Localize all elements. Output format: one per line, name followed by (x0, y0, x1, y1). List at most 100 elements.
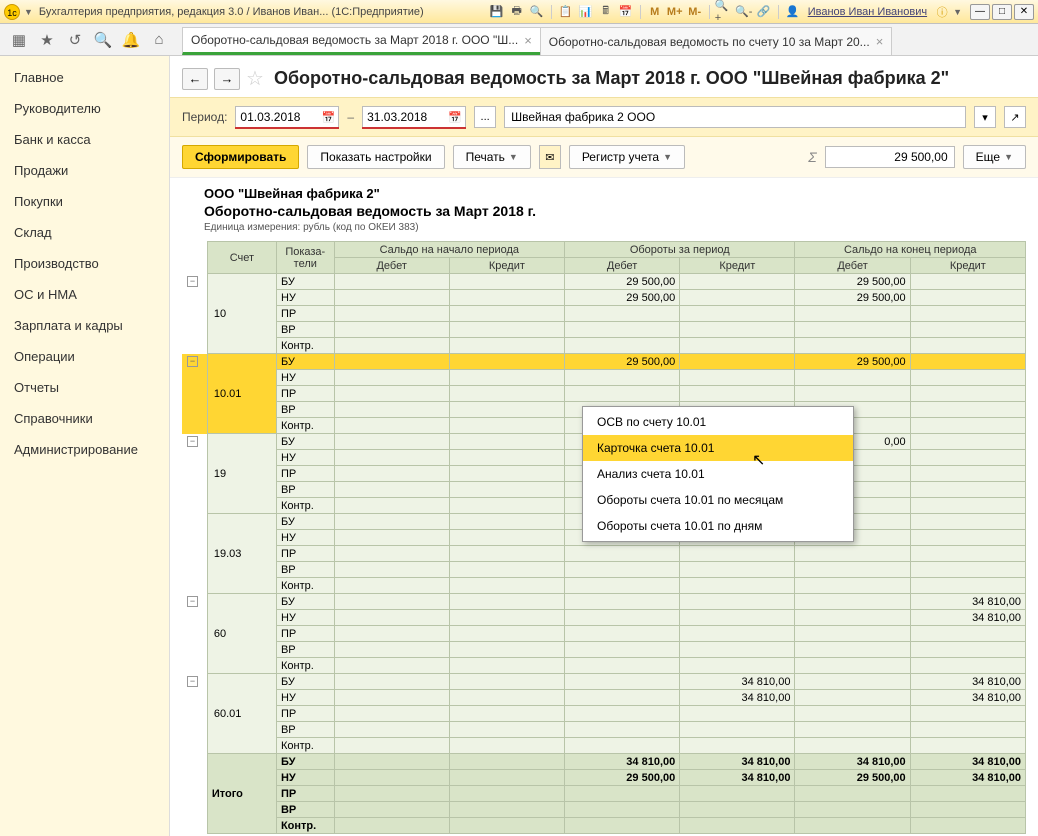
report-unit: Единица измерения: рубль (код по ОКЕИ 38… (204, 222, 1026, 233)
toolbar: ▦ ★ ↺ 🔍 🔔 ⌂ Оборотно-сальдовая ведомость… (0, 24, 1038, 56)
table-row[interactable]: НУ34 810,0034 810,00 (182, 690, 1026, 706)
context-menu-item-2[interactable]: Анализ счета 10.01 (583, 461, 853, 487)
sidebar-item-10[interactable]: Отчеты (0, 372, 169, 403)
date-dash: – (347, 110, 354, 124)
table-row[interactable]: −10.01БУ29 500,0029 500,00 (182, 354, 1026, 370)
table-row[interactable]: Контр. (182, 738, 1026, 754)
table-row[interactable]: Контр. (182, 658, 1026, 674)
sum-display[interactable] (825, 146, 955, 168)
show-settings-button[interactable]: Показать настройки (307, 145, 444, 169)
print-icon[interactable]: 🖶 (508, 4, 526, 20)
table-row[interactable]: ПР (182, 546, 1026, 562)
help-dropdown-icon[interactable]: ▼ (953, 7, 962, 17)
calendar-icon[interactable]: 📅 (617, 4, 635, 20)
context-menu[interactable]: ОСВ по счету 10.01Карточка счета 10.01Ан… (582, 406, 854, 542)
date-to-field[interactable]: 📅 (362, 106, 466, 128)
table-row[interactable]: −10БУ29 500,0029 500,00 (182, 274, 1026, 290)
nav-forward-button[interactable]: → (214, 68, 240, 90)
context-menu-item-0[interactable]: ОСВ по счету 10.01 (583, 409, 853, 435)
tab-close-icon[interactable]: × (876, 34, 884, 49)
sidebar-item-11[interactable]: Справочники (0, 403, 169, 434)
sidebar-item-12[interactable]: Администрирование (0, 434, 169, 465)
total-row: ПР (182, 786, 1026, 802)
save-icon[interactable]: 💾 (488, 4, 506, 20)
help-icon[interactable]: ⓘ (933, 4, 951, 20)
table-row[interactable]: НУ34 810,00 (182, 610, 1026, 626)
sidebar-item-2[interactable]: Банк и касса (0, 124, 169, 155)
register-button[interactable]: Регистр учета▼ (569, 145, 685, 169)
sidebar-item-3[interactable]: Продажи (0, 155, 169, 186)
sidebar-item-0[interactable]: Главное (0, 62, 169, 93)
nav-back-button[interactable]: ← (182, 68, 208, 90)
table-row[interactable]: −60БУ34 810,00 (182, 594, 1026, 610)
context-menu-item-1[interactable]: Карточка счета 10.01 (583, 435, 853, 461)
tree-toggle[interactable]: − (187, 676, 198, 687)
user-name-label[interactable]: Иванов Иван Иванович (808, 6, 927, 18)
app-menu-dropdown-icon[interactable]: ▼ (24, 7, 33, 17)
maximize-button[interactable]: □ (992, 4, 1012, 20)
context-menu-item-4[interactable]: Обороты счета 10.01 по дням (583, 513, 853, 539)
minimize-button[interactable]: — (970, 4, 990, 20)
more-button[interactable]: Еще▼ (963, 145, 1026, 169)
search-icon[interactable]: 🔍 (90, 27, 116, 53)
close-button[interactable]: ✕ (1014, 4, 1034, 20)
email-button[interactable]: ✉ (539, 145, 561, 169)
sidebar-item-7[interactable]: ОС и НМА (0, 279, 169, 310)
table-row[interactable]: Контр. (182, 338, 1026, 354)
table-row[interactable]: НУ29 500,0029 500,00 (182, 290, 1026, 306)
sidebar: ГлавноеРуководителюБанк и кассаПродажиПо… (0, 56, 170, 836)
date-from-field[interactable]: 📅 (235, 106, 339, 128)
copy-icon[interactable]: 📋 (557, 4, 575, 20)
notifications-icon[interactable]: 🔔 (118, 27, 144, 53)
org-dropdown-button[interactable]: ▾ (974, 106, 996, 128)
table-row[interactable]: ПР (182, 386, 1026, 402)
organization-input[interactable] (504, 106, 966, 128)
tab-close-icon[interactable]: × (524, 33, 532, 48)
table-row[interactable]: ВР (182, 642, 1026, 658)
context-menu-item-3[interactable]: Обороты счета 10.01 по месяцам (583, 487, 853, 513)
memory-m-icon[interactable]: M (646, 4, 664, 20)
org-open-button[interactable]: ↗ (1004, 106, 1026, 128)
table-row[interactable]: −60.01БУ34 810,0034 810,00 (182, 674, 1026, 690)
memory-mplus-icon[interactable]: M+ (666, 4, 684, 20)
sidebar-item-9[interactable]: Операции (0, 341, 169, 372)
period-select-button[interactable]: ... (474, 106, 496, 128)
tree-toggle[interactable]: − (187, 356, 198, 367)
table-row[interactable]: ПР (182, 706, 1026, 722)
home-icon[interactable]: ⌂ (146, 27, 172, 53)
favorite-star-icon[interactable]: ☆ (246, 66, 264, 91)
apps-icon[interactable]: ▦ (6, 27, 32, 53)
link-icon[interactable]: 🔗 (755, 4, 773, 20)
preview-icon[interactable]: 🔍 (528, 4, 546, 20)
print-button[interactable]: Печать▼ (453, 145, 531, 169)
sidebar-item-6[interactable]: Производство (0, 248, 169, 279)
table-row[interactable]: ВР (182, 322, 1026, 338)
tab-1[interactable]: Оборотно-сальдовая ведомость по счету 10… (540, 27, 892, 55)
table-row[interactable]: ПР (182, 626, 1026, 642)
zoom-in-icon[interactable]: 🔍+ (715, 4, 733, 20)
sidebar-item-8[interactable]: Зарплата и кадры (0, 310, 169, 341)
sidebar-item-4[interactable]: Покупки (0, 186, 169, 217)
memory-mminus-icon[interactable]: M- (686, 4, 704, 20)
calc-icon[interactable]: 🖩 (597, 4, 615, 20)
window-title: Бухгалтерия предприятия, редакция 3.0 / … (39, 6, 488, 18)
table-row[interactable]: ПР (182, 306, 1026, 322)
form-button[interactable]: Сформировать (182, 145, 299, 169)
table-row[interactable]: Контр. (182, 578, 1026, 594)
total-row: ВР (182, 802, 1026, 818)
table-row[interactable]: ВР (182, 722, 1026, 738)
calendar-to-icon[interactable]: 📅 (446, 108, 464, 126)
tree-toggle[interactable]: − (187, 596, 198, 607)
tree-toggle[interactable]: − (187, 436, 198, 447)
tree-toggle[interactable]: − (187, 276, 198, 287)
history-icon[interactable]: ↺ (62, 27, 88, 53)
sidebar-item-1[interactable]: Руководителю (0, 93, 169, 124)
calendar-from-icon[interactable]: 📅 (319, 108, 337, 126)
tab-0[interactable]: Оборотно-сальдовая ведомость за Март 201… (182, 27, 541, 55)
sidebar-item-5[interactable]: Склад (0, 217, 169, 248)
compare-icon[interactable]: 📊 (577, 4, 595, 20)
table-row[interactable]: НУ (182, 370, 1026, 386)
favorite-icon[interactable]: ★ (34, 27, 60, 53)
zoom-out-icon[interactable]: 🔍- (735, 4, 753, 20)
table-row[interactable]: ВР (182, 562, 1026, 578)
